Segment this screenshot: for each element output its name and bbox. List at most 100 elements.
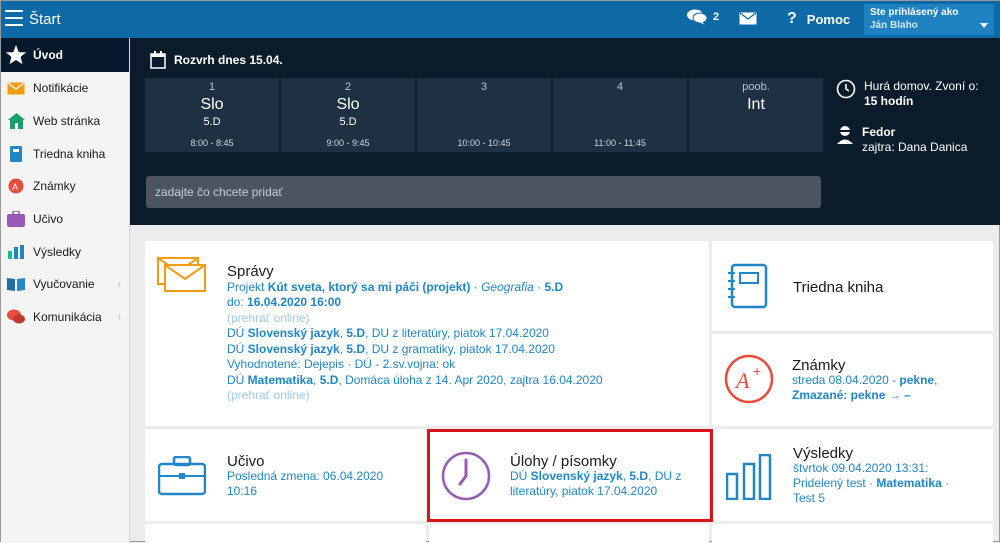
message-line[interactable]: DÚ Slovenský jazyk, 5.D, DU z literatúry…: [227, 326, 603, 342]
card-title: Správy: [227, 263, 274, 280]
ulohy-content: Úlohy / písomky DÚ Slovenský jazyk, 5.D,…: [510, 454, 681, 499]
play-online-link[interactable]: (prehrať online): [227, 388, 603, 404]
result-line[interactable]: Pridelený test · Matematika ·: [793, 476, 949, 491]
chevron-right-icon: ›: [117, 279, 121, 291]
msg-rest: , DU z literatúry, piatok 17.04.2020: [365, 326, 549, 340]
msg-subject: Slovenský jazyk: [247, 326, 340, 340]
schedule-slot[interactable]: 2 Slo 5.D 9:00 - 9:45: [281, 78, 415, 152]
sidebar-item-label: Vyučovanie: [33, 277, 95, 292]
sidebar-item-web-stranka[interactable]: Web stránka: [1, 105, 129, 138]
slot-class: 5.D: [203, 116, 221, 128]
envelope-icon: [5, 79, 27, 97]
sidebar-item-vysledky[interactable]: Výsledky: [1, 235, 129, 268]
person-name: Fedor: [862, 125, 896, 139]
card-znamky[interactable]: A + Známky streda 08.04.2020 - pekne, Zma…: [712, 334, 993, 426]
sidebar-item-triedna-kniha[interactable]: Triedna kniha: [1, 137, 129, 170]
home-time-info: Hurá domov. Zvoní o: 15 hodín: [836, 79, 996, 109]
home-value: 15 hodín: [864, 94, 914, 108]
person-text: zajtra: Dana Danica: [862, 140, 968, 154]
card-vysledky[interactable]: Výsledky štvrtok 09.04.2020 13:31: Pride…: [712, 429, 993, 521]
card-spravy[interactable]: Správy Projekt Kút sveta, ktorý sa mi pá…: [145, 241, 709, 426]
task-line[interactable]: DÚ Slovenský jazyk, 5.D, DU z: [510, 469, 681, 484]
schedule-slot[interactable]: 4 11:00 - 11:45: [553, 78, 687, 152]
slot-time: 10:00 - 10:45: [457, 138, 511, 148]
home-text: Hurá domov. Zvoní o:: [864, 79, 979, 93]
slot-number: 3: [480, 81, 488, 93]
clock-icon: [441, 451, 491, 501]
slot-number: 1: [208, 81, 216, 93]
task-prefix: DÚ: [510, 469, 531, 483]
sidebar-item-notifikacie[interactable]: Notifikácie: [1, 72, 129, 105]
schedule-slot[interactable]: 3 10:00 - 10:45: [417, 78, 551, 152]
slot-time: 11:00 - 11:45: [594, 138, 646, 148]
sidebar-item-label: Triedna kniha: [33, 146, 106, 161]
msg-subject: Matematika: [247, 372, 314, 387]
clock-icon: [836, 79, 856, 99]
user-menu[interactable]: Ste prihlásený ako Ján Blaho: [864, 4, 994, 35]
book-icon: [5, 145, 27, 163]
msg-prefix: DÚ: [227, 341, 248, 356]
schedule-panel: Rozvrh dnes 15.04. 1 Slo 5.D 8:00 - 8:45…: [130, 38, 1000, 225]
chevron-right-icon: ›: [117, 311, 121, 323]
person-icon: [837, 126, 853, 144]
message-line[interactable]: Vyhodnotené: Dejepis · DÚ - 2.sv.vojna: …: [227, 357, 603, 373]
bar-chart-icon: [726, 454, 772, 500]
msg-sep: ,: [313, 372, 320, 387]
sidebar-item-vyucovanie[interactable]: Vyučovanie ›: [1, 268, 129, 301]
briefcase-icon: [158, 456, 206, 496]
schedule-slots: 1 Slo 5.D 8:00 - 8:45 2 Slo 5.D 9:00 - 9…: [145, 78, 823, 152]
svg-text:A: A: [734, 368, 750, 393]
sidebar-item-label: Web stránka: [33, 114, 101, 129]
card-ucivo[interactable]: Učivo Posledná zmena: 06.04.2020 10:16: [145, 429, 426, 521]
spravy-content: Správy Projekt Kút sveta, ktorý sa mi pá…: [227, 264, 603, 404]
msg-class: 5.D: [346, 341, 366, 356]
last-change: Posledná zmena: 06.04.2020: [227, 469, 384, 483]
add-item-input[interactable]: [146, 176, 821, 208]
message-line[interactable]: DÚ Slovenský jazyk, 5.D, DU z gramatiky,…: [227, 342, 603, 358]
task-rest: , DU z: [648, 469, 682, 483]
card-placeholder: [429, 524, 709, 543]
card-triedna-kniha[interactable]: Triedna kniha: [712, 241, 993, 331]
envelope-icon: [739, 12, 757, 25]
grade-line[interactable]: Zmazané: pekne → –: [792, 388, 937, 403]
help-button[interactable]: ? Pomoc: [787, 10, 850, 28]
play-online-link[interactable]: (prehrať online): [227, 311, 603, 327]
sidebar-item-komunikacia[interactable]: Komunikácia ›: [1, 301, 129, 334]
result-type: Pridelený test ·: [793, 476, 877, 490]
schedule-slot[interactable]: poob. Int: [689, 78, 823, 152]
sidebar-item-label: Úvod: [33, 48, 63, 62]
schedule-slot[interactable]: 1 Slo 5.D 8:00 - 8:45: [145, 78, 279, 152]
sidebar-item-ucivo[interactable]: Učivo: [1, 203, 129, 236]
grade-line[interactable]: streda 08.04.2020 - pekne,: [792, 373, 937, 388]
msg-prefix: do:: [227, 295, 248, 309]
chat-count-badge: 2: [713, 11, 720, 23]
chat-notification-button[interactable]: 2: [687, 9, 719, 25]
open-book-icon: [5, 275, 27, 293]
msg-subject: Slovenský jazyk: [247, 341, 340, 356]
slot-number: poob.: [742, 81, 770, 93]
grade-a-plus-icon: A +: [724, 354, 774, 404]
sidebar-item-uvod[interactable]: Úvod: [1, 38, 129, 72]
card-ulohy-pisomky[interactable]: Úlohy / písomky DÚ Slovenský jazyk, 5.D,…: [429, 429, 709, 521]
svg-text:+: +: [753, 363, 761, 379]
task-line[interactable]: literatúry, piatok 17.04.2020: [510, 484, 681, 499]
grade-date: streda 08.04.2020 -: [792, 373, 900, 387]
help-label: Pomoc: [806, 11, 851, 27]
schedule-info: Hurá domov. Zvoní o: 15 hodín Fedor zajt…: [836, 79, 996, 155]
slot-time: 9:00 - 9:45: [326, 138, 370, 148]
chat-bubbles-icon: [687, 9, 707, 25]
vysledky-content: Výsledky štvrtok 09.04.2020 13:31: Pride…: [793, 446, 949, 506]
msg-sep: ·: [470, 279, 482, 294]
msg-class: 5.D: [319, 372, 339, 387]
hamburger-menu-icon[interactable]: [5, 10, 23, 26]
sidebar-item-znamky[interactable]: A Známky: [1, 170, 129, 203]
task-subject: Slovenský jazyk: [530, 469, 623, 483]
card-placeholder: [145, 524, 426, 543]
message-line[interactable]: Projekt Kút sveta, ktorý sa mi páči (pro…: [227, 280, 603, 296]
mail-button[interactable]: [739, 12, 757, 30]
sidebar: Úvod Notifikácie Web stránka Triedna kni…: [1, 38, 130, 543]
message-line[interactable]: DÚ Matematika, 5.D, Domáca úloha z 14. A…: [227, 373, 603, 389]
grade-icon: A: [5, 177, 27, 195]
ucivo-content: Učivo Posledná zmena: 06.04.2020 10:16: [227, 454, 383, 499]
result-date: štvrtok 09.04.2020 13:31:: [793, 461, 929, 475]
